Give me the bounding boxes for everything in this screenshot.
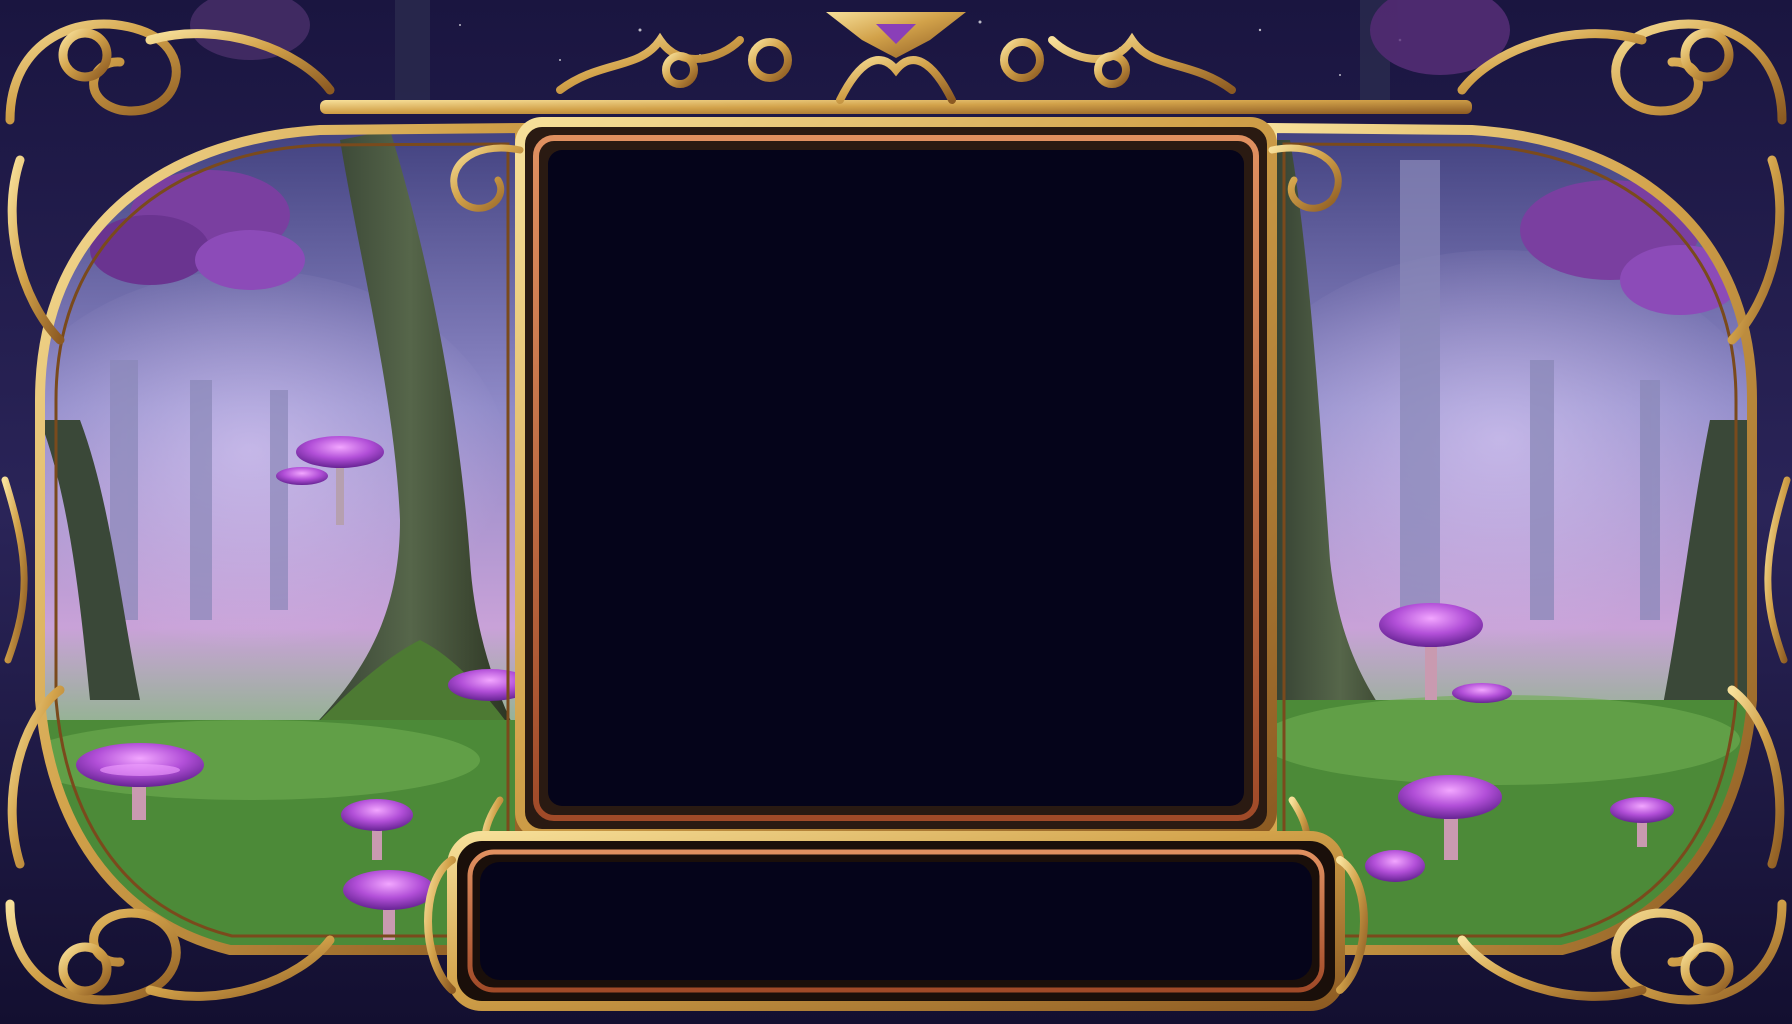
mushroom-icon <box>1365 850 1425 882</box>
game-scene <box>0 0 1792 1024</box>
caption-box <box>480 862 1312 980</box>
main-screen <box>548 150 1244 806</box>
top-frame-bar <box>320 100 1472 114</box>
